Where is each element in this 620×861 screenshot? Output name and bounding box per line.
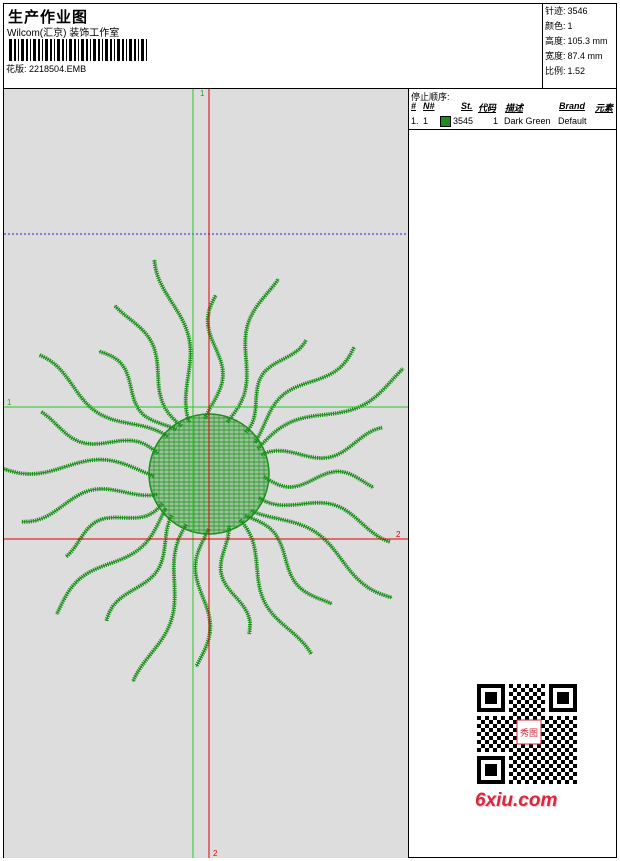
col-element: 元素 — [595, 103, 614, 113]
guide-label-bottom: 2 — [213, 849, 218, 858]
panel-divider — [409, 129, 616, 130]
stats-panel: 针迹: 3546 颜色: 1 高度: 105.3 mm 宽度: 87.4 mm 比例: 1… — [542, 4, 617, 88]
row-brand: Default — [558, 116, 587, 126]
qr-code-image: 秀图 — [477, 684, 577, 784]
col-description: 描述 — [505, 103, 524, 113]
col-index: # — [411, 101, 417, 111]
stat-stitches: 针迹: 3546 — [545, 6, 588, 16]
row-code: 1 — [493, 116, 499, 126]
row-index: 1. — [411, 116, 419, 126]
guide-label-right: 2 — [396, 530, 401, 539]
row-stitches: 3545 — [453, 116, 474, 126]
barcode — [9, 39, 147, 61]
row-n: 1 — [423, 116, 429, 126]
col-n: N# — [423, 101, 435, 111]
header-panel: 生产作业图 Wilcom(汇京) 装饰工作室 花版: 2218504.EMB 针… — [4, 4, 616, 89]
guide-label-top: 1 — [200, 89, 205, 98]
design-canvas[interactable]: 1 1 2 2 — [4, 89, 409, 858]
qr-center-logo: 秀图 — [520, 727, 538, 739]
col-code: 代码 — [478, 103, 497, 113]
stat-colors: 颜色: 1 — [545, 21, 573, 31]
design-file-label: 花版: — [6, 64, 27, 74]
design-file-name: 2218504.EMB — [29, 64, 87, 74]
thread-color-swatch — [440, 116, 451, 127]
stat-width: 宽度: 87.4 mm — [545, 51, 603, 61]
stat-scale: 比例: 1.52 — [545, 66, 586, 76]
design-file-row: 花版: 2218504.EMB — [6, 62, 86, 75]
col-stitches: St. — [461, 101, 473, 111]
stat-height: 高度: 105.3 mm — [545, 36, 608, 46]
row-description: Dark Green — [504, 116, 551, 126]
col-brand: Brand — [559, 101, 586, 111]
company-name: Wilcom(汇京) 装饰工作室 — [7, 28, 120, 39]
watermark-site: 6xiu.com — [475, 790, 558, 811]
embroidery-design: 1 1 2 2 — [4, 89, 408, 858]
guide-label-left: 1 — [7, 398, 12, 407]
